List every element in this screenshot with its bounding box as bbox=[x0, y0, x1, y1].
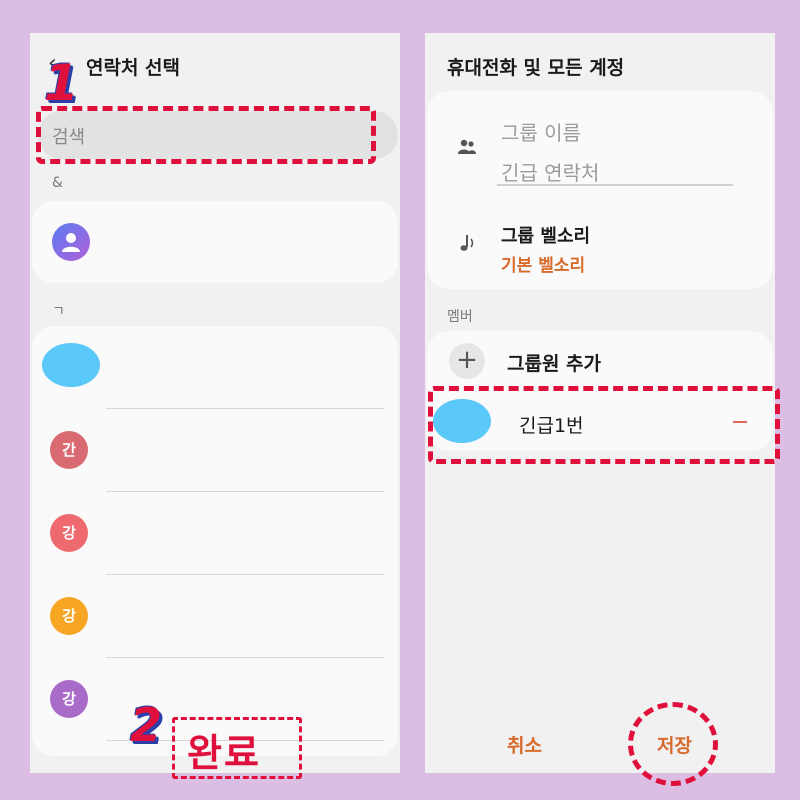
group-icon bbox=[458, 139, 476, 154]
contact-avatar[interactable]: 강 bbox=[50, 597, 88, 635]
member-highlight-box bbox=[428, 386, 780, 464]
music-note-icon bbox=[460, 235, 474, 251]
group-name-input[interactable]: 긴급 연락처 bbox=[501, 157, 599, 186]
done-label: 완료 bbox=[187, 731, 261, 775]
input-underline bbox=[497, 184, 733, 186]
search-highlight-box bbox=[36, 106, 376, 164]
section-label-giyeok: ㄱ bbox=[52, 304, 65, 320]
contact-avatar[interactable]: 강 bbox=[50, 514, 88, 552]
contact-avatar[interactable]: 강 bbox=[50, 680, 88, 718]
contact-avatar[interactable] bbox=[52, 223, 90, 261]
members-section-label: 멤버 bbox=[447, 309, 473, 325]
ringtone-label: 그룹 벨소리 bbox=[501, 226, 591, 247]
redacted-avatar[interactable] bbox=[42, 343, 100, 387]
divider bbox=[106, 657, 384, 658]
step-number-2: 2 bbox=[130, 698, 163, 752]
step-number-1: 1 bbox=[44, 54, 79, 112]
done-button[interactable]: 완료 bbox=[172, 717, 302, 779]
contact-card-symbol bbox=[32, 201, 398, 283]
divider bbox=[106, 491, 384, 492]
section-label-symbol: & bbox=[52, 175, 63, 191]
divider bbox=[106, 574, 384, 575]
add-member-label: 그룹원 추가 bbox=[507, 353, 602, 375]
contact-list-card: 간 강 강 강 bbox=[32, 326, 398, 756]
plus-icon: + bbox=[449, 343, 485, 379]
person-icon bbox=[62, 233, 80, 252]
ringtone-value: 기본 벨소리 bbox=[501, 256, 586, 276]
contact-avatar[interactable]: 간 bbox=[50, 431, 88, 469]
divider bbox=[106, 408, 384, 409]
save-highlight-circle bbox=[628, 702, 718, 786]
page-title: 연락처 선택 bbox=[86, 57, 181, 79]
cancel-button[interactable]: 취소 bbox=[507, 731, 542, 758]
group-info-card: 그룹 이름 긴급 연락처 그룹 벨소리 기본 벨소리 bbox=[427, 91, 773, 289]
group-name-placeholder: 그룹 이름 bbox=[501, 121, 581, 145]
page-title: 휴대전화 및 모든 계정 bbox=[447, 57, 625, 79]
